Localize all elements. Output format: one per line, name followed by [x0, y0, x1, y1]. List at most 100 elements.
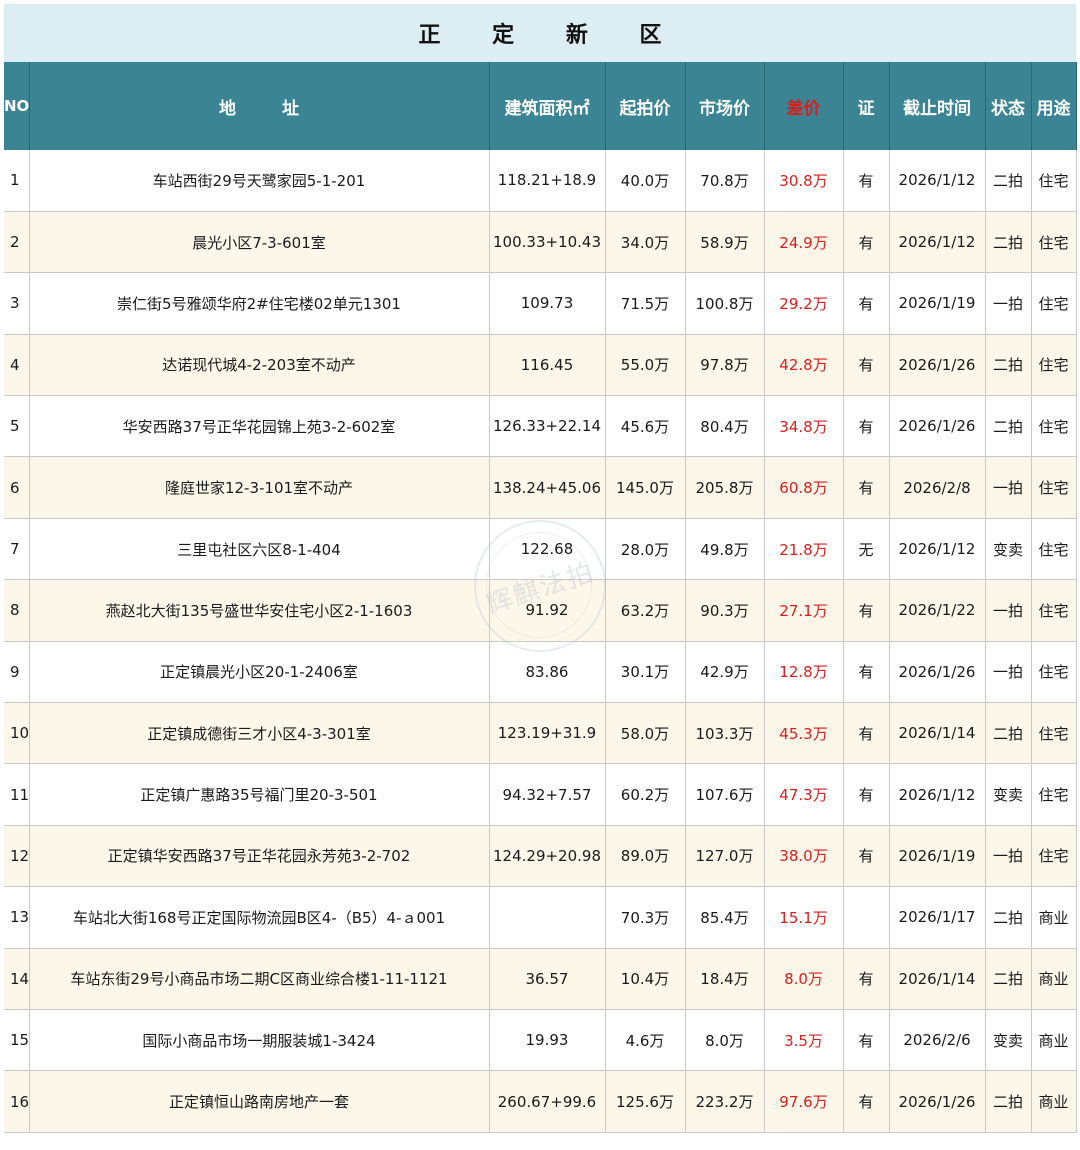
- cell-no: 2: [4, 211, 30, 274]
- table-row[interactable]: 3 崇仁街5号雅颂华府2#住宅楼02单元1301 109.73 71.5万 10…: [4, 272, 1077, 335]
- auction-table: NO. 地 址 建筑面积㎡ 起拍价 市场价 差价 证 截止时间 状态 用途 1 …: [4, 62, 1077, 1133]
- table-row[interactable]: 5 华安西路37号正华花园锦上苑3-2-602室 126.33+22.14 45…: [4, 395, 1077, 458]
- table-row[interactable]: 8 燕赵北大街135号盛世华安住宅小区2-1-1603 91.92 63.2万 …: [4, 579, 1077, 642]
- cell-cert: 有: [843, 395, 890, 458]
- cell-usage: 住宅: [1031, 272, 1077, 335]
- table-row[interactable]: 15 国际小商品市场一期服装城1-3424 19.93 4.6万 8.0万 3.…: [4, 1009, 1077, 1072]
- cell-start-price: 28.0万: [605, 518, 686, 581]
- header-address[interactable]: 地 址: [29, 62, 490, 150]
- header-market-price[interactable]: 市场价: [685, 62, 765, 150]
- cell-cert: 有: [843, 456, 890, 519]
- cell-status: 一拍: [985, 641, 1032, 704]
- cell-diff: 29.2万: [764, 272, 844, 335]
- header-area[interactable]: 建筑面积㎡: [489, 62, 606, 150]
- table-row[interactable]: 9 正定镇晨光小区20-1-2406室 83.86 30.1万 42.9万 12…: [4, 641, 1077, 704]
- cell-usage: 住宅: [1031, 641, 1077, 704]
- header-cert[interactable]: 证: [843, 62, 890, 150]
- sheet-title: 正 定 新 区: [4, 4, 1076, 62]
- cell-usage: 住宅: [1031, 334, 1077, 397]
- table-row[interactable]: 14 车站东街29号小商品市场二期C区商业综合楼1-11-1121 36.57 …: [4, 948, 1077, 1010]
- cell-market-price: 90.3万: [685, 579, 765, 642]
- table-row[interactable]: 11 正定镇广惠路35号福门里20-3-501 94.32+7.57 60.2万…: [4, 763, 1077, 826]
- cell-status: 一拍: [985, 456, 1032, 519]
- cell-market-price: 103.3万: [685, 702, 765, 765]
- header-start-price[interactable]: 起拍价: [605, 62, 686, 150]
- cell-address: 燕赵北大街135号盛世华安住宅小区2-1-1603: [29, 579, 490, 642]
- cell-diff: 42.8万: [764, 334, 844, 397]
- table-row[interactable]: 12 正定镇华安西路37号正华花园永芳苑3-2-702 124.29+20.98…: [4, 825, 1077, 888]
- cell-status: 变卖: [985, 518, 1032, 581]
- cell-usage: 住宅: [1031, 763, 1077, 826]
- cell-status: 二拍: [985, 948, 1032, 1010]
- cell-usage: 商业: [1031, 1009, 1077, 1072]
- cell-market-price: 107.6万: [685, 763, 765, 826]
- table-row[interactable]: 2 晨光小区7-3-601室 100.33+10.43 34.0万 58.9万 …: [4, 211, 1077, 274]
- cell-market-price: 205.8万: [685, 456, 765, 519]
- cell-address: 华安西路37号正华花园锦上苑3-2-602室: [29, 395, 490, 458]
- cell-start-price: 60.2万: [605, 763, 686, 826]
- table-row[interactable]: 4 达诺现代城4-2-203室不动产 116.45 55.0万 97.8万 42…: [4, 334, 1077, 397]
- cell-area: 118.21+18.9: [489, 150, 606, 212]
- auction-sheet: 正 定 新 区 NO. 地 址 建筑面积㎡ 起拍价 市场价 差价 证 截止时间: [4, 4, 1077, 1146]
- cell-diff: 3.5万: [764, 1009, 844, 1072]
- cell-address: 正定镇晨光小区20-1-2406室: [29, 641, 490, 704]
- cell-no: 13: [4, 886, 30, 949]
- table-row[interactable]: 7 三里屯社区六区8-1-404 122.68 28.0万 49.8万 21.8…: [4, 518, 1077, 581]
- cell-area: 91.92: [489, 579, 606, 642]
- cell-area: 138.24+45.06: [489, 456, 606, 519]
- cell-start-price: 34.0万: [605, 211, 686, 274]
- cell-start-price: 58.0万: [605, 702, 686, 765]
- cell-market-price: 70.8万: [685, 150, 765, 212]
- cell-deadline: 2026/1/19: [889, 825, 986, 888]
- cell-status: 二拍: [985, 1070, 1032, 1133]
- table-row[interactable]: 6 隆庭世家12-3-101室不动产 138.24+45.06 145.0万 2…: [4, 456, 1077, 519]
- cell-diff: 8.0万: [764, 948, 844, 1010]
- header-no[interactable]: NO.: [4, 62, 30, 150]
- cell-address: 隆庭世家12-3-101室不动产: [29, 456, 490, 519]
- cell-area: 124.29+20.98: [489, 825, 606, 888]
- cell-deadline: 2026/1/17: [889, 886, 986, 949]
- cell-status: 二拍: [985, 150, 1032, 212]
- table-row[interactable]: 16 正定镇恒山路南房地产一套 260.67+99.6 125.6万 223.2…: [4, 1070, 1077, 1133]
- cell-start-price: 145.0万: [605, 456, 686, 519]
- table-row[interactable]: 1 车站西街29号天鹭家园5-1-201 118.21+18.9 40.0万 7…: [4, 150, 1077, 212]
- cell-usage: 住宅: [1031, 825, 1077, 888]
- cell-deadline: 2026/1/19: [889, 272, 986, 335]
- cell-status: 二拍: [985, 886, 1032, 949]
- cell-deadline: 2026/1/26: [889, 395, 986, 458]
- cell-deadline: 2026/1/26: [889, 641, 986, 704]
- table-row[interactable]: 13 车站北大街168号正定国际物流园B区4-（B5）4-ａ001 70.3万 …: [4, 886, 1077, 949]
- cell-address: 三里屯社区六区8-1-404: [29, 518, 490, 581]
- cell-usage: 住宅: [1031, 150, 1077, 212]
- cell-address: 达诺现代城4-2-203室不动产: [29, 334, 490, 397]
- table-row[interactable]: 10 正定镇成德街三才小区4-3-301室 123.19+31.9 58.0万 …: [4, 702, 1077, 765]
- cell-deadline: 2026/1/12: [889, 518, 986, 581]
- cell-no: 15: [4, 1009, 30, 1072]
- cell-usage: 住宅: [1031, 211, 1077, 274]
- cell-status: 二拍: [985, 395, 1032, 458]
- cell-start-price: 30.1万: [605, 641, 686, 704]
- header-deadline[interactable]: 截止时间: [889, 62, 986, 150]
- cell-usage: 住宅: [1031, 456, 1077, 519]
- cell-no: 11: [4, 763, 30, 826]
- cell-deadline: 2026/1/14: [889, 702, 986, 765]
- cell-address: 正定镇恒山路南房地产一套: [29, 1070, 490, 1133]
- cell-market-price: 97.8万: [685, 334, 765, 397]
- cell-address: 车站东街29号小商品市场二期C区商业综合楼1-11-1121: [29, 948, 490, 1010]
- cell-deadline: 2026/1/12: [889, 211, 986, 274]
- cell-diff: 60.8万: [764, 456, 844, 519]
- cell-no: 3: [4, 272, 30, 335]
- header-diff[interactable]: 差价: [764, 62, 844, 150]
- cell-area: 36.57: [489, 948, 606, 1010]
- cell-address: 崇仁街5号雅颂华府2#住宅楼02单元1301: [29, 272, 490, 335]
- cell-start-price: 70.3万: [605, 886, 686, 949]
- cell-no: 9: [4, 641, 30, 704]
- cell-start-price: 71.5万: [605, 272, 686, 335]
- cell-cert: 有: [843, 150, 890, 212]
- cell-area: 100.33+10.43: [489, 211, 606, 274]
- header-status[interactable]: 状态: [985, 62, 1032, 150]
- cell-no: 12: [4, 825, 30, 888]
- cell-usage: 住宅: [1031, 702, 1077, 765]
- cell-cert: [843, 886, 890, 949]
- header-usage[interactable]: 用途: [1031, 62, 1077, 150]
